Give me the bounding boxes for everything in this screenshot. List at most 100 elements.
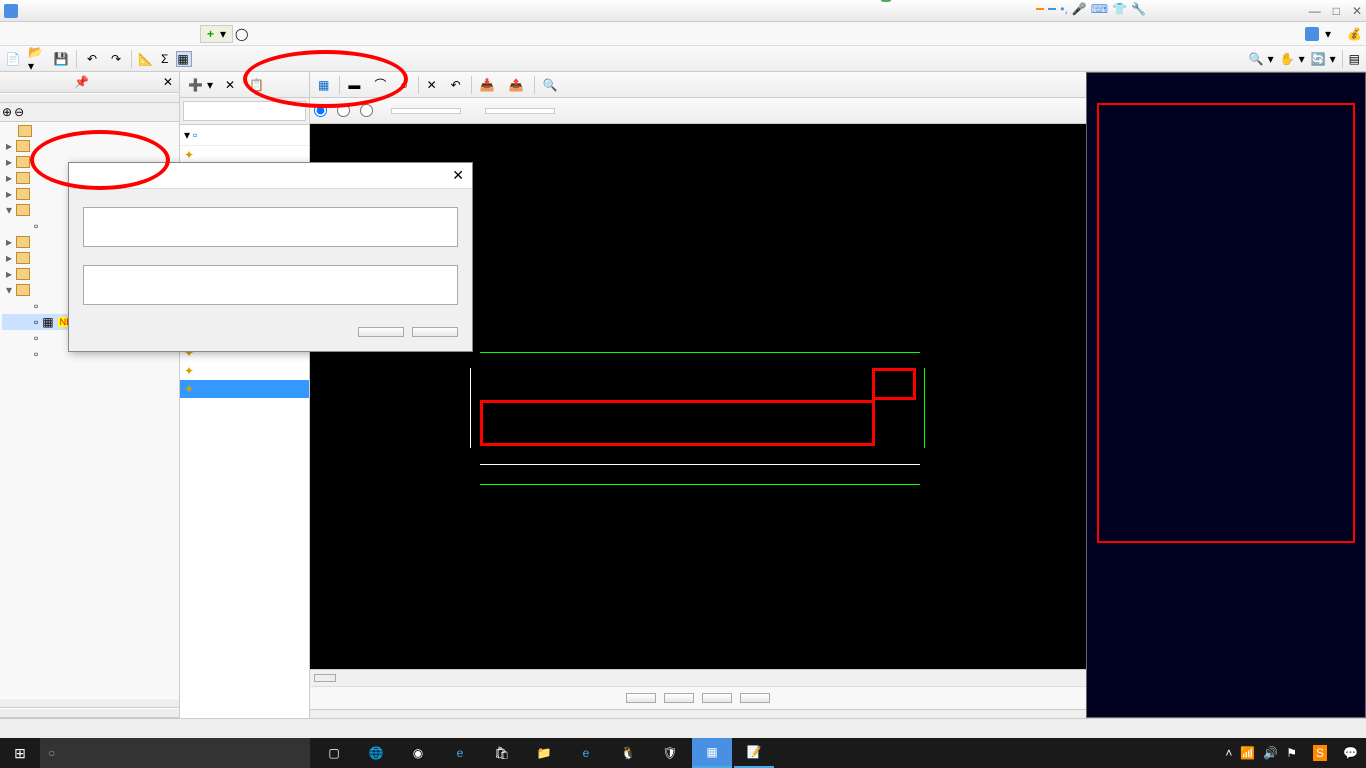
list-item[interactable]: ✦	[180, 380, 309, 398]
menu-cloud[interactable]	[130, 32, 142, 36]
tray-vol-icon[interactable]: 🔊	[1263, 746, 1278, 760]
tab-project-settings[interactable]	[0, 93, 179, 103]
zoom-button[interactable]: 🔍 ▾	[1249, 52, 1274, 66]
edge-icon[interactable]: e	[440, 738, 480, 768]
ime-cn-icon[interactable]	[1048, 8, 1056, 10]
tray-sogou-icon[interactable]: S	[1313, 745, 1327, 761]
redo-icon[interactable]: ↷	[107, 50, 125, 68]
ggj-app-icon[interactable]: ▦	[692, 738, 732, 768]
dynamic-input-tab[interactable]	[314, 674, 336, 682]
tab-single-component[interactable]	[0, 698, 179, 708]
tray-up-icon[interactable]: ˄	[1225, 746, 1232, 760]
360-icon[interactable]: 🛡	[650, 738, 690, 768]
cancel-button[interactable]	[740, 693, 770, 703]
query-button[interactable]: 🔍	[539, 76, 564, 94]
store-icon[interactable]: 🛍	[482, 738, 522, 768]
radio-ortho[interactable]	[337, 104, 352, 117]
select-floor-button[interactable]: ▤	[1349, 52, 1362, 66]
cad-select-button[interactable]	[626, 693, 656, 703]
tray-net-icon[interactable]: 📶	[1240, 746, 1255, 760]
notes-app-icon[interactable]: 📝	[734, 738, 774, 768]
radio-polar[interactable]	[360, 104, 375, 117]
vert-spacing-input[interactable]	[83, 265, 458, 305]
expand-all-icon[interactable]: ⊕	[2, 105, 12, 119]
rotate-button[interactable]: 🔄 ▾	[1311, 52, 1336, 66]
horiz-spacing-input[interactable]	[83, 207, 458, 247]
explorer-icon[interactable]: 📁	[524, 738, 564, 768]
phone-badge[interactable]: ▾	[1305, 27, 1331, 41]
ok-button[interactable]	[702, 693, 732, 703]
new-file-icon[interactable]: 📄	[4, 50, 22, 68]
user-radio[interactable]: ◯	[235, 27, 248, 41]
draw-arc-button[interactable]: ⌒	[370, 74, 392, 95]
search-input[interactable]	[183, 101, 306, 121]
custom-line-combo[interactable]: ▾▫	[180, 125, 309, 146]
menu-view[interactable]	[102, 32, 114, 36]
tab-report-preview[interactable]	[0, 708, 179, 718]
taskbar-search[interactable]: ○	[40, 738, 310, 768]
dialog-close-icon[interactable]: ✕	[452, 167, 464, 184]
define-grid-button[interactable]: ▦	[314, 76, 335, 94]
poly-edit-button[interactable]: ▦	[176, 51, 191, 67]
ime-mic-icon[interactable]: 🎤	[1072, 2, 1087, 16]
close-icon[interactable]: ✕	[1352, 4, 1362, 18]
panel-close-icon[interactable]: ✕	[163, 75, 173, 89]
app-icon-2[interactable]: ◉	[398, 738, 438, 768]
tree-common[interactable]	[2, 124, 177, 138]
new-component-button[interactable]: ➕▾	[184, 76, 217, 94]
tray-notif-icon[interactable]: 💬	[1343, 746, 1358, 760]
draw-button[interactable]: 📐	[138, 52, 155, 66]
undo-button[interactable]: ↶	[447, 76, 467, 94]
menu-online[interactable]	[158, 32, 170, 36]
menu-tools[interactable]	[116, 32, 128, 36]
taskview-icon[interactable]: ▢	[314, 738, 354, 768]
tree-axis[interactable]: ▸	[2, 138, 177, 154]
ime-shirt-icon[interactable]: 👕	[1112, 2, 1127, 16]
pin-icon[interactable]: 📌	[74, 75, 89, 89]
menu-help[interactable]	[172, 32, 184, 36]
radio-no-offset[interactable]	[314, 104, 329, 117]
coin-icon[interactable]: 💰	[1347, 27, 1362, 41]
ime-kbd-icon[interactable]: ⌨	[1091, 2, 1108, 16]
menu-floor[interactable]	[32, 32, 44, 36]
maximize-icon[interactable]: □	[1333, 4, 1340, 18]
pan-button[interactable]: ✋ ▾	[1280, 52, 1305, 66]
start-icon[interactable]: ⊞	[0, 745, 40, 762]
sum-button[interactable]: Σ	[161, 52, 170, 66]
import-button[interactable]: 📥	[476, 76, 501, 94]
list-item[interactable]: ✦	[180, 362, 309, 380]
ime-wrench-icon[interactable]: 🔧	[1131, 2, 1146, 16]
ie-icon[interactable]: e	[566, 738, 606, 768]
menu-edit[interactable]	[18, 32, 30, 36]
menu-version[interactable]	[186, 32, 198, 36]
ime-s-icon[interactable]	[1036, 8, 1044, 10]
dialog-ok-button[interactable]	[358, 327, 404, 337]
del-component-button[interactable]: ✕	[221, 76, 241, 94]
tray-flag-icon[interactable]: ⚑	[1286, 746, 1297, 760]
menu-draw[interactable]	[60, 32, 72, 36]
copy-icon[interactable]: 📋	[245, 76, 268, 94]
menu-modify[interactable]	[74, 32, 86, 36]
qq-icon[interactable]: 🐧	[608, 738, 648, 768]
dialog-cancel-button[interactable]	[412, 327, 458, 337]
menu-rebar[interactable]	[88, 32, 100, 36]
undo-icon[interactable]: ↶	[83, 50, 101, 68]
draw-line-button[interactable]: ▬	[344, 76, 366, 94]
y-input[interactable]	[485, 108, 555, 114]
open-folder-icon[interactable]: 📂▾	[28, 50, 46, 68]
export-button[interactable]: 📤	[505, 76, 530, 94]
ime-punct-icon[interactable]: •,	[1060, 2, 1068, 16]
minimize-icon[interactable]: —	[1309, 4, 1321, 18]
x-input[interactable]	[391, 108, 461, 114]
draw-circle-button[interactable]: ○	[396, 76, 413, 94]
save-icon[interactable]: 💾	[52, 50, 70, 68]
cad-draw-button[interactable]	[664, 693, 694, 703]
browser-icon[interactable]: 🌐	[356, 738, 396, 768]
menu-bim[interactable]	[144, 32, 156, 36]
clear-poly-button[interactable]: ✕	[423, 76, 443, 94]
menu-file[interactable]	[4, 32, 16, 36]
collapse-all-icon[interactable]: ⊖	[14, 105, 24, 119]
nav-header: 📌 ✕	[0, 72, 179, 93]
new-change-button[interactable]: + ▾	[200, 25, 233, 43]
menu-component[interactable]	[46, 32, 58, 36]
